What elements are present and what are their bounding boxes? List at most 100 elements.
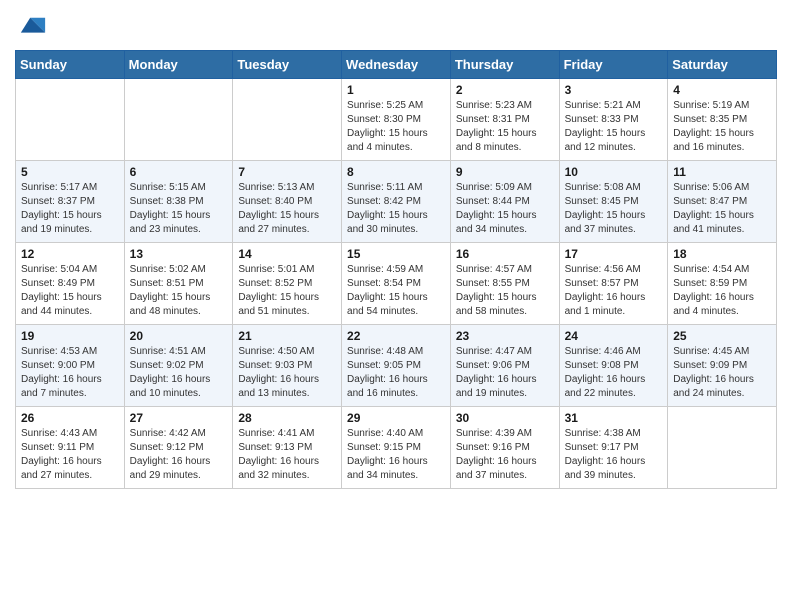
calendar-cell: 23Sunrise: 4:47 AM Sunset: 9:06 PM Dayli… xyxy=(450,325,559,407)
calendar-cell xyxy=(668,407,777,489)
day-number: 4 xyxy=(673,83,771,97)
calendar-cell: 7Sunrise: 5:13 AM Sunset: 8:40 PM Daylig… xyxy=(233,161,342,243)
calendar-cell: 20 Sunrise: 4:51 AM Sunset: 9:02 PM Dayli… xyxy=(124,325,233,407)
day-info: Sunrise: 4:39 AM Sunset: 9:16 PM Dayligh… xyxy=(456,427,554,483)
day-number: 30 xyxy=(456,411,554,425)
day-info: Sunrise: 5:23 AM Sunset: 8:31 PM Dayligh… xyxy=(456,99,554,155)
calendar-week-row: 19 Sunrise: 4:53 AM Sunset: 9:00 PM Dayli… xyxy=(16,325,777,407)
day-number: 15 xyxy=(347,247,445,261)
calendar-header-monday: Monday xyxy=(124,51,233,79)
day-number: 20 xyxy=(130,329,228,343)
calendar-cell: 9 Sunrise: 5:09 AM Sunset: 8:44 PM Daylig… xyxy=(450,161,559,243)
day-number: 11 xyxy=(673,165,771,179)
calendar-cell: 28 Sunrise: 4:41 AM Sunset: 9:13 PM Dayli… xyxy=(233,407,342,489)
day-number: 8 xyxy=(347,165,445,179)
day-number: 13 xyxy=(130,247,228,261)
day-info: Sunrise: 5:21 AM Sunset: 8:33 PM Dayligh… xyxy=(565,99,663,155)
day-number: 24 xyxy=(565,329,663,343)
calendar-cell: 26Sunrise: 4:43 AM Sunset: 9:11 PM Dayli… xyxy=(16,407,125,489)
day-number: 12 xyxy=(21,247,119,261)
day-info: Sunrise: 5:13 AM Sunset: 8:40 PM Dayligh… xyxy=(238,181,336,237)
day-info: Sunrise: 5:08 AM Sunset: 8:45 PM Dayligh… xyxy=(565,181,663,237)
calendar-header-saturday: Saturday xyxy=(668,51,777,79)
calendar-cell: 22 Sunrise: 4:48 AM Sunset: 9:05 PM Dayli… xyxy=(342,325,451,407)
day-number: 9 xyxy=(456,165,554,179)
calendar-cell: 16 Sunrise: 4:57 AM Sunset: 8:55 PM Dayli… xyxy=(450,243,559,325)
day-number: 3 xyxy=(565,83,663,97)
day-info: Sunrise: 5:04 AM Sunset: 8:49 PM Dayligh… xyxy=(21,263,119,319)
day-info: Sunrise: 4:53 AM Sunset: 9:00 PM Dayligh… xyxy=(21,345,119,401)
calendar-cell: 12 Sunrise: 5:04 AM Sunset: 8:49 PM Dayli… xyxy=(16,243,125,325)
day-info: Sunrise: 4:59 AM Sunset: 8:54 PM Dayligh… xyxy=(347,263,445,319)
day-info: Sunrise: 4:56 AM Sunset: 8:57 PM Dayligh… xyxy=(565,263,663,319)
calendar-cell: 8Sunrise: 5:11 AM Sunset: 8:42 PM Daylig… xyxy=(342,161,451,243)
day-info: Sunrise: 4:57 AM Sunset: 8:55 PM Dayligh… xyxy=(456,263,554,319)
calendar-cell: 13 Sunrise: 5:02 AM Sunset: 8:51 PM Dayli… xyxy=(124,243,233,325)
day-number: 16 xyxy=(456,247,554,261)
day-info: Sunrise: 5:01 AM Sunset: 8:52 PM Dayligh… xyxy=(238,263,336,319)
day-info: Sunrise: 4:50 AM Sunset: 9:03 PM Dayligh… xyxy=(238,345,336,401)
day-info: Sunrise: 4:51 AM Sunset: 9:02 PM Dayligh… xyxy=(130,345,228,401)
day-info: Sunrise: 4:40 AM Sunset: 9:15 PM Dayligh… xyxy=(347,427,445,483)
day-number: 31 xyxy=(565,411,663,425)
day-number: 6 xyxy=(130,165,228,179)
day-number: 18 xyxy=(673,247,771,261)
day-info: Sunrise: 5:09 AM Sunset: 8:44 PM Dayligh… xyxy=(456,181,554,237)
calendar-cell: 25Sunrise: 4:45 AM Sunset: 9:09 PM Dayli… xyxy=(668,325,777,407)
day-info: Sunrise: 4:45 AM Sunset: 9:09 PM Dayligh… xyxy=(673,345,771,401)
day-number: 2 xyxy=(456,83,554,97)
calendar-header-sunday: Sunday xyxy=(16,51,125,79)
day-number: 28 xyxy=(238,411,336,425)
calendar-cell: 24Sunrise: 4:46 AM Sunset: 9:08 PM Dayli… xyxy=(559,325,668,407)
day-number: 19 xyxy=(21,329,119,343)
calendar-cell: 18 Sunrise: 4:54 AM Sunset: 8:59 PM Dayli… xyxy=(668,243,777,325)
calendar-cell xyxy=(233,79,342,161)
day-info: Sunrise: 4:48 AM Sunset: 9:05 PM Dayligh… xyxy=(347,345,445,401)
calendar-header-wednesday: Wednesday xyxy=(342,51,451,79)
calendar-cell: 10Sunrise: 5:08 AM Sunset: 8:45 PM Dayli… xyxy=(559,161,668,243)
calendar-week-row: 5 Sunrise: 5:17 AM Sunset: 8:37 PM Daylig… xyxy=(16,161,777,243)
calendar-cell xyxy=(124,79,233,161)
day-info: Sunrise: 5:19 AM Sunset: 8:35 PM Dayligh… xyxy=(673,99,771,155)
day-info: Sunrise: 4:38 AM Sunset: 9:17 PM Dayligh… xyxy=(565,427,663,483)
day-info: Sunrise: 4:41 AM Sunset: 9:13 PM Dayligh… xyxy=(238,427,336,483)
day-number: 21 xyxy=(238,329,336,343)
calendar-cell: 14 Sunrise: 5:01 AM Sunset: 8:52 PM Dayli… xyxy=(233,243,342,325)
day-number: 22 xyxy=(347,329,445,343)
day-number: 1 xyxy=(347,83,445,97)
calendar-table: SundayMondayTuesdayWednesdayThursdayFrid… xyxy=(15,50,777,489)
calendar-cell: 11 Sunrise: 5:06 AM Sunset: 8:47 PM Dayli… xyxy=(668,161,777,243)
day-info: Sunrise: 4:54 AM Sunset: 8:59 PM Dayligh… xyxy=(673,263,771,319)
day-number: 14 xyxy=(238,247,336,261)
calendar-header-friday: Friday xyxy=(559,51,668,79)
calendar-cell: 3 Sunrise: 5:21 AM Sunset: 8:33 PM Daylig… xyxy=(559,79,668,161)
calendar-week-row: 12 Sunrise: 5:04 AM Sunset: 8:49 PM Dayli… xyxy=(16,243,777,325)
calendar-cell xyxy=(16,79,125,161)
page-header xyxy=(15,10,777,42)
day-info: Sunrise: 5:25 AM Sunset: 8:30 PM Dayligh… xyxy=(347,99,445,155)
day-number: 29 xyxy=(347,411,445,425)
calendar-cell: 15 Sunrise: 4:59 AM Sunset: 8:54 PM Dayli… xyxy=(342,243,451,325)
calendar-header-row: SundayMondayTuesdayWednesdayThursdayFrid… xyxy=(16,51,777,79)
day-number: 26 xyxy=(21,411,119,425)
calendar-cell: 21 Sunrise: 4:50 AM Sunset: 9:03 PM Dayli… xyxy=(233,325,342,407)
day-info: Sunrise: 5:06 AM Sunset: 8:47 PM Dayligh… xyxy=(673,181,771,237)
calendar-week-row: 1 Sunrise: 5:25 AM Sunset: 8:30 PM Daylig… xyxy=(16,79,777,161)
calendar-cell: 1 Sunrise: 5:25 AM Sunset: 8:30 PM Daylig… xyxy=(342,79,451,161)
calendar-cell: 31 Sunrise: 4:38 AM Sunset: 9:17 PM Dayli… xyxy=(559,407,668,489)
day-info: Sunrise: 5:15 AM Sunset: 8:38 PM Dayligh… xyxy=(130,181,228,237)
calendar-cell: 2 Sunrise: 5:23 AM Sunset: 8:31 PM Daylig… xyxy=(450,79,559,161)
day-number: 5 xyxy=(21,165,119,179)
calendar-week-row: 26Sunrise: 4:43 AM Sunset: 9:11 PM Dayli… xyxy=(16,407,777,489)
day-info: Sunrise: 5:17 AM Sunset: 8:37 PM Dayligh… xyxy=(21,181,119,237)
calendar-cell: 29 Sunrise: 4:40 AM Sunset: 9:15 PM Dayli… xyxy=(342,407,451,489)
logo-icon xyxy=(19,14,47,42)
day-number: 17 xyxy=(565,247,663,261)
logo xyxy=(15,14,47,42)
day-info: Sunrise: 4:42 AM Sunset: 9:12 PM Dayligh… xyxy=(130,427,228,483)
calendar-cell: 5 Sunrise: 5:17 AM Sunset: 8:37 PM Daylig… xyxy=(16,161,125,243)
calendar-cell: 17 Sunrise: 4:56 AM Sunset: 8:57 PM Dayli… xyxy=(559,243,668,325)
calendar-cell: 6 Sunrise: 5:15 AM Sunset: 8:38 PM Daylig… xyxy=(124,161,233,243)
calendar-cell: 27Sunrise: 4:42 AM Sunset: 9:12 PM Dayli… xyxy=(124,407,233,489)
day-info: Sunrise: 5:02 AM Sunset: 8:51 PM Dayligh… xyxy=(130,263,228,319)
